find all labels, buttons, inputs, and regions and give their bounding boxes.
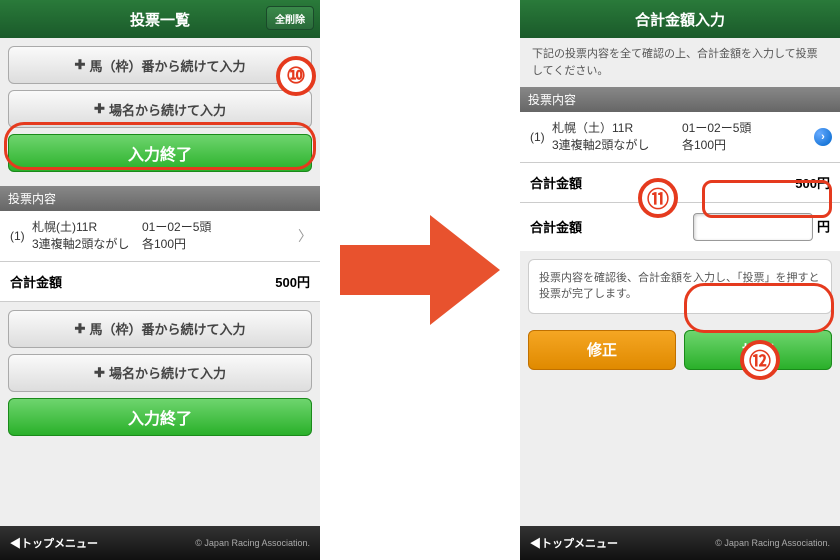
footer-bar: ◀トップメニュー © Japan Racing Association. [520,526,840,560]
selection-horses: 01ー02ー5頭 [682,120,751,137]
selection-horses: 01ー02ー5頭 [142,219,211,236]
header-title: 投票一覧 [130,9,190,30]
continue-from-horse-button[interactable]: ✚ 馬（枠）番から続けて入力 [8,46,312,84]
plus-icon: ✚ [94,101,105,117]
total-label: 合計金額 [10,272,62,291]
selection-amount: 各100円 [142,236,211,253]
button-label: 入力終了 [128,405,192,429]
plus-icon: ✚ [75,57,86,73]
bet-race: 札幌(土)11R 3連複軸2頭ながし [32,219,142,253]
clear-all-button[interactable]: 全削除 [266,6,314,30]
top-menu-link[interactable]: ◀トップメニュー [530,535,618,551]
amount-field-wrap: 円 [693,213,830,241]
selection-amount: 各100円 [682,137,751,154]
total-value: 500円 [275,272,310,291]
edit-button[interactable]: 修正 [528,330,676,370]
section-header: 投票内容 [520,87,840,112]
total-row: 合計金額 500円 [0,262,320,302]
bet-race: 札幌（土）11R 3連複軸2頭ながし [552,120,682,154]
amount-unit: 円 [817,219,830,234]
button-label: 入力終了 [128,141,192,165]
continue-from-venue-button-2[interactable]: ✚ 場名から続けて入力 [8,354,312,392]
finish-input-button[interactable]: 入力終了 [8,134,312,172]
top-button-group: ✚ 馬（枠）番から続けて入力 ✚ 場名から続けて入力 入力終了 [0,38,320,186]
callout-number-11: ⑪ [638,178,678,218]
content-area: 下記の投票内容を全て確認の上、合計金額を入力して投票してください。 投票内容 (… [520,38,840,526]
bottom-button-group: ✚ 馬（枠）番から続けて入力 ✚ 場名から続けて入力 入力終了 [0,302,320,450]
copyright: © Japan Racing Association. [715,538,830,548]
race-name: 札幌（土）11R [552,120,682,137]
total-label: 合計金額 [530,173,582,192]
top-menu-link[interactable]: ◀トップメニュー [10,535,98,551]
action-button-pair: 修正 投票 [520,322,840,378]
bet-type: 3連複軸2頭ながし [552,137,682,154]
bet-selection: 01ー02ー5頭 各100円 [682,120,751,154]
button-label: 修正 [587,339,617,360]
flow-arrow-icon [340,210,500,330]
button-label: 馬（枠）番から続けて入力 [89,319,245,338]
amount-label: 合計金額 [530,217,582,236]
copyright: © Japan Racing Association. [195,538,310,548]
instruction-text: 下記の投票内容を全て確認の上、合計金額を入力して投票してください。 [520,38,840,87]
total-value: 500円 [795,173,830,192]
plus-icon: ✚ [75,321,86,337]
header-title: 合計金額入力 [635,9,725,30]
bet-index: (1) [10,229,32,243]
footer-bar: ◀トップメニュー © Japan Racing Association. [0,526,320,560]
header-bar: 投票一覧 全削除 [0,0,320,38]
bet-row[interactable]: (1) 札幌(土)11R 3連複軸2頭ながし 01ー02ー5頭 各100円 〉 [0,211,320,262]
callout-number-12: ⑫ [740,340,780,380]
screen-vote-list: 投票一覧 全削除 ✚ 馬（枠）番から続けて入力 ✚ 場名から続けて入力 入力終了… [0,0,320,560]
section-header: 投票内容 [0,186,320,211]
amount-input-row: 合計金額 円 [520,203,840,251]
header-bar: 合計金額入力 [520,0,840,38]
continue-from-horse-button-2[interactable]: ✚ 馬（枠）番から続けて入力 [8,310,312,348]
footer-left-label: トップメニュー [21,538,98,550]
bet-selection: 01ー02ー5頭 各100円 [142,219,211,253]
continue-from-venue-button[interactable]: ✚ 場名から続けて入力 [8,90,312,128]
amount-input[interactable] [693,213,813,241]
race-name: 札幌(土)11R [32,219,142,236]
callout-number-10: ⑩ [276,56,316,96]
button-label: 場名から続けて入力 [109,100,226,119]
plus-icon: ✚ [94,365,105,381]
button-label: 場名から続けて入力 [109,363,226,382]
screen-total-input: 合計金額入力 下記の投票内容を全て確認の上、合計金額を入力して投票してください。… [520,0,840,560]
total-row: 合計金額 500円 [520,163,840,203]
finish-input-button-2[interactable]: 入力終了 [8,398,312,436]
chevron-right-icon: 〉 [298,226,312,246]
button-label: 馬（枠）番から続けて入力 [89,56,245,75]
content-area: ✚ 馬（枠）番から続けて入力 ✚ 場名から続けて入力 入力終了 投票内容 (1)… [0,38,320,526]
detail-arrow-icon[interactable]: › [814,128,832,146]
bet-row[interactable]: (1) 札幌（土）11R 3連複軸2頭ながし 01ー02ー5頭 各100円 › [520,112,840,163]
footer-left-label: トップメニュー [541,538,618,550]
bet-type: 3連複軸2頭ながし [32,236,142,253]
bet-index: (1) [530,130,552,144]
confirmation-note: 投票内容を確認後、合計金額を入力し、「投票」を押すと投票が完了します。 [528,259,832,314]
